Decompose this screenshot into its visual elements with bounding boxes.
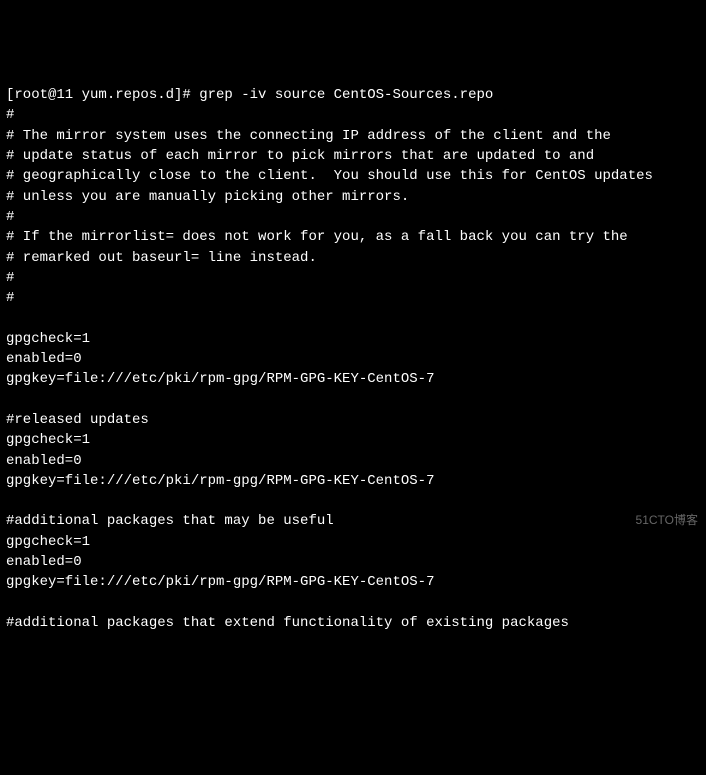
terminal-line: # The mirror system uses the connecting … [6, 126, 700, 146]
terminal-line: #additional packages that may be useful [6, 511, 700, 531]
terminal-line: enabled=0 [6, 552, 700, 572]
terminal-line: enabled=0 [6, 451, 700, 471]
terminal-line: gpgkey=file:///etc/pki/rpm-gpg/RPM-GPG-K… [6, 572, 700, 592]
terminal-line [6, 593, 700, 613]
terminal-line: gpgcheck=1 [6, 430, 700, 450]
terminal-line: gpgcheck=1 [6, 532, 700, 552]
terminal-line: # update status of each mirror to pick m… [6, 146, 700, 166]
terminal-line: # geographically close to the client. Yo… [6, 166, 700, 186]
terminal-line: #additional packages that extend functio… [6, 613, 700, 633]
terminal-line: gpgkey=file:///etc/pki/rpm-gpg/RPM-GPG-K… [6, 369, 700, 389]
terminal-output[interactable]: [root@11 yum.repos.d]# grep -iv source C… [6, 85, 700, 633]
terminal-line: # [6, 207, 700, 227]
watermark-label: 51CTO博客 [636, 512, 698, 529]
terminal-line: # [6, 105, 700, 125]
terminal-line: # [6, 268, 700, 288]
terminal-line [6, 491, 700, 511]
terminal-line: gpgcheck=1 [6, 329, 700, 349]
terminal-line: # remarked out baseurl= line instead. [6, 248, 700, 268]
terminal-line: #released updates [6, 410, 700, 430]
terminal-line [6, 308, 700, 328]
terminal-line: enabled=0 [6, 349, 700, 369]
terminal-line [6, 390, 700, 410]
terminal-line: # unless you are manually picking other … [6, 187, 700, 207]
terminal-line: # If the mirrorlist= does not work for y… [6, 227, 700, 247]
terminal-line: # [6, 288, 700, 308]
terminal-line: [root@11 yum.repos.d]# grep -iv source C… [6, 85, 700, 105]
terminal-line: gpgkey=file:///etc/pki/rpm-gpg/RPM-GPG-K… [6, 471, 700, 491]
